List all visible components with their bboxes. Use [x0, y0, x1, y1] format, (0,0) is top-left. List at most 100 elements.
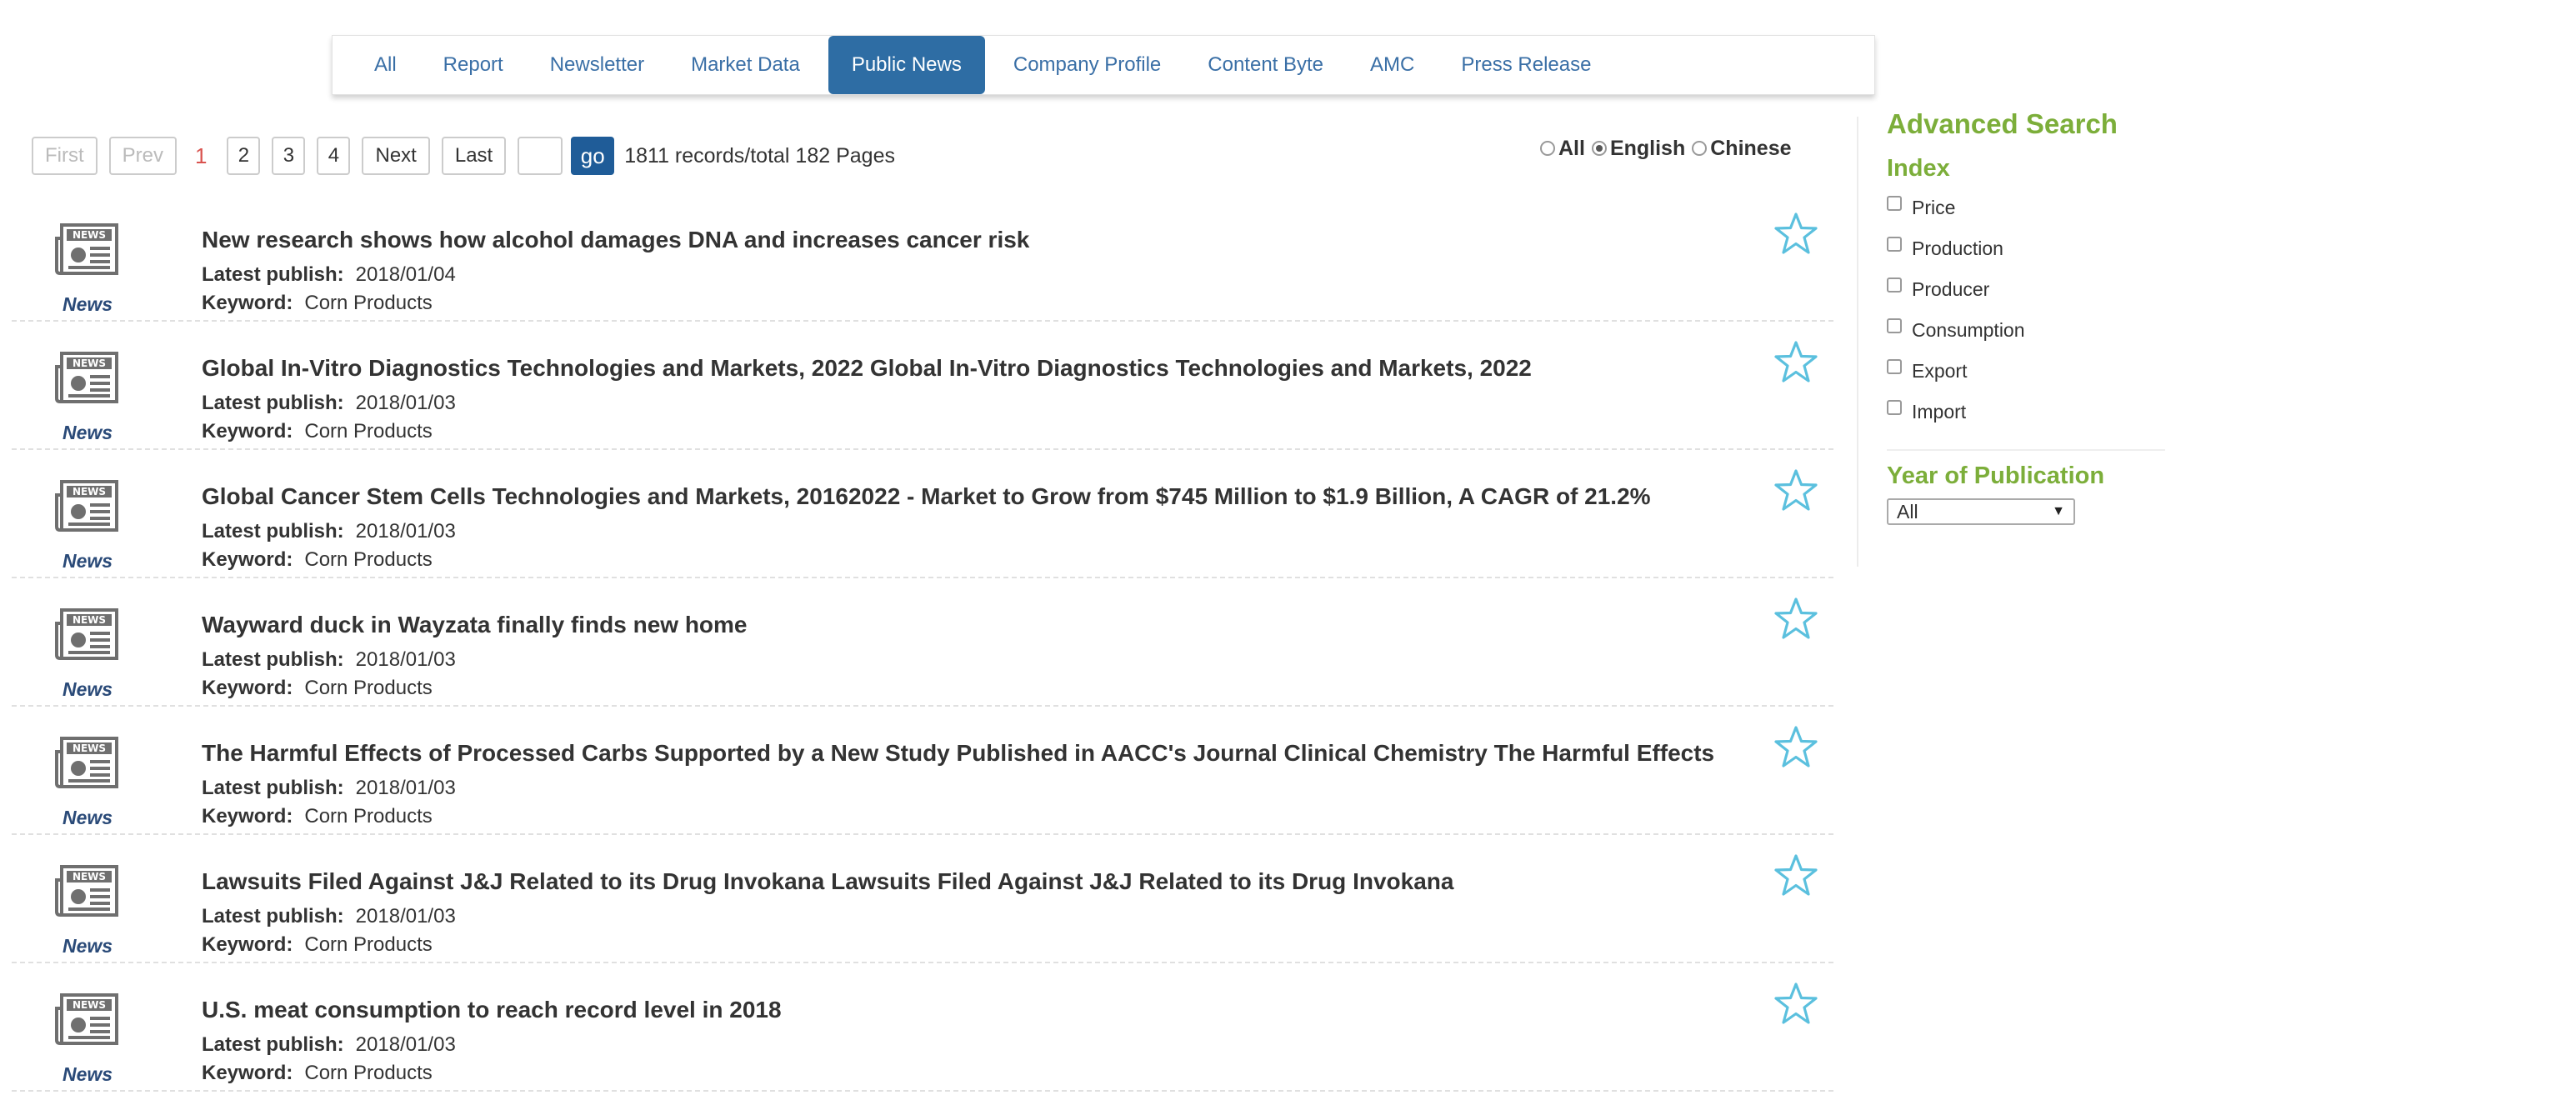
tab-public-news[interactable]: Public News [828, 36, 985, 94]
tab-newsletter[interactable]: Newsletter [527, 36, 668, 94]
prev-page-button[interactable]: Prev [108, 137, 178, 175]
tab-company-profile[interactable]: Company Profile [990, 36, 1184, 94]
news-title[interactable]: Global Cancer Stem Cells Technologies an… [202, 483, 1651, 510]
current-page: 1 [195, 142, 208, 168]
index-option-import[interactable]: Import [1887, 392, 2170, 432]
svg-text:NEWS: NEWS [73, 229, 106, 241]
publish-info: Latest publish: 2018/01/04 [202, 263, 456, 286]
checkbox[interactable] [1887, 236, 1902, 252]
checkbox[interactable] [1887, 318, 1902, 333]
tab-report[interactable]: Report [420, 36, 527, 94]
star-outline-icon[interactable] [1773, 212, 1818, 257]
keyword-info: Keyword: Corn Products [202, 677, 433, 699]
keyword-info: Keyword: Corn Products [202, 420, 433, 442]
star-outline-icon[interactable] [1773, 725, 1818, 770]
page-4-button[interactable]: 4 [317, 137, 351, 175]
page-3-button[interactable]: 3 [272, 137, 306, 175]
index-options: Price Production Producer Consumption Export… [1887, 188, 2170, 432]
radio-english[interactable] [1591, 141, 1607, 156]
checkbox[interactable] [1887, 358, 1902, 374]
newspaper-icon: NEWS [55, 737, 118, 788]
news-item: NEWS News U.S. meat consumption to reach… [12, 963, 1833, 1092]
news-title[interactable]: Wayward duck in Wayzata finally finds ne… [202, 612, 748, 638]
keyword-info: Keyword: Corn Products [202, 292, 433, 314]
news-title[interactable]: Global In-Vitro Diagnostics Technologies… [202, 355, 1532, 382]
index-option-export[interactable]: Export [1887, 351, 2170, 392]
checkbox[interactable] [1887, 277, 1902, 292]
index-option-production[interactable]: Production [1887, 228, 2170, 269]
page-number-input[interactable] [518, 137, 563, 175]
news-item: NEWS News Lawsuits Filed Against J&J Rel… [12, 835, 1833, 963]
svg-text:NEWS: NEWS [73, 614, 106, 626]
news-item: NEWS News The Harmful Effects of Process… [12, 707, 1833, 835]
tab-all[interactable]: All [351, 36, 420, 94]
star-outline-icon[interactable] [1773, 340, 1818, 385]
news-item: NEWS News Wayward duck in Wayzata finall… [12, 578, 1833, 707]
news-item: NEWS News Global In-Vitro Diagnostics Te… [12, 322, 1833, 450]
newspaper-icon: NEWS [55, 608, 118, 660]
star-outline-icon[interactable] [1773, 982, 1818, 1027]
pagination: First Prev 1 2 3 4 Next Last go 1811 rec… [32, 137, 895, 175]
star-outline-icon[interactable] [1773, 853, 1818, 898]
go-button[interactable]: go [571, 137, 615, 175]
tab-press-release[interactable]: Press Release [1438, 36, 1614, 94]
news-type-label: News [62, 935, 113, 957]
news-item: NEWS News New research shows how alcohol… [12, 193, 1833, 322]
publish-info: Latest publish: 2018/01/03 [202, 392, 456, 414]
records-summary: 1811 records/total 182 Pages [624, 143, 895, 168]
news-list: NEWS News New research shows how alcohol… [12, 193, 1833, 1092]
svg-text:NEWS: NEWS [73, 358, 106, 369]
publish-info: Latest publish: 2018/01/03 [202, 648, 456, 671]
keyword-info: Keyword: Corn Products [202, 1062, 433, 1084]
newspaper-icon: NEWS [55, 865, 118, 917]
publish-info: Latest publish: 2018/01/03 [202, 905, 456, 928]
newspaper-icon: NEWS [55, 993, 118, 1045]
next-page-button[interactable]: Next [362, 137, 430, 175]
news-type-label: News [62, 550, 113, 572]
news-title[interactable]: U.S. meat consumption to reach record le… [202, 997, 782, 1023]
page-2-button[interactable]: 2 [227, 137, 261, 175]
svg-text:NEWS: NEWS [73, 486, 106, 498]
index-option-consumption[interactable]: Consumption [1887, 310, 2170, 351]
star-outline-icon[interactable] [1773, 597, 1818, 642]
keyword-info: Keyword: Corn Products [202, 805, 433, 828]
news-title[interactable]: New research shows how alcohol damages D… [202, 227, 1029, 253]
radio-chinese[interactable] [1692, 141, 1708, 156]
first-page-button[interactable]: First [32, 137, 98, 175]
keyword-info: Keyword: Corn Products [202, 548, 433, 571]
publish-info: Latest publish: 2018/01/03 [202, 520, 456, 542]
last-page-button[interactable]: Last [441, 137, 507, 175]
language-option-all[interactable]: All [1540, 137, 1585, 161]
star-outline-icon[interactable] [1773, 468, 1818, 513]
index-option-price[interactable]: Price [1887, 188, 2170, 228]
newspaper-icon: NEWS [55, 352, 118, 403]
divider [1887, 449, 2165, 451]
svg-text:NEWS: NEWS [73, 999, 106, 1011]
tab-market-data[interactable]: Market Data [668, 36, 823, 94]
news-title[interactable]: Lawsuits Filed Against J&J Related to it… [202, 868, 1453, 895]
checkbox[interactable] [1887, 399, 1902, 415]
news-title[interactable]: The Harmful Effects of Processed Carbs S… [202, 740, 1714, 767]
tab-amc[interactable]: AMC [1347, 36, 1438, 94]
news-type-label: News [62, 678, 113, 700]
news-type-label: News [62, 1063, 113, 1085]
keyword-info: Keyword: Corn Products [202, 933, 433, 956]
language-filter: All English Chinese [1540, 133, 1798, 163]
news-item: NEWS News Global Cancer Stem Cells Techn… [12, 450, 1833, 578]
year-select[interactable]: All ▼ [1887, 498, 2075, 525]
language-option-english[interactable]: English [1591, 137, 1685, 161]
index-option-producer[interactable]: Producer [1887, 269, 2170, 310]
advanced-search-title: Advanced Search [1887, 108, 2118, 139]
publish-info: Latest publish: 2018/01/03 [202, 1033, 456, 1056]
newspaper-icon: NEWS [55, 223, 118, 275]
svg-text:NEWS: NEWS [73, 742, 106, 754]
category-tabs: All Report Newsletter Market Data Public… [332, 35, 1875, 95]
year-title: Year of Publication [1887, 462, 2105, 489]
checkbox[interactable] [1887, 195, 1902, 211]
news-type-label: News [62, 293, 113, 315]
radio-all[interactable] [1540, 141, 1555, 156]
svg-text:NEWS: NEWS [73, 871, 106, 882]
news-type-label: News [62, 807, 113, 828]
language-option-chinese[interactable]: Chinese [1692, 137, 1792, 161]
tab-content-byte[interactable]: Content Byte [1184, 36, 1347, 94]
